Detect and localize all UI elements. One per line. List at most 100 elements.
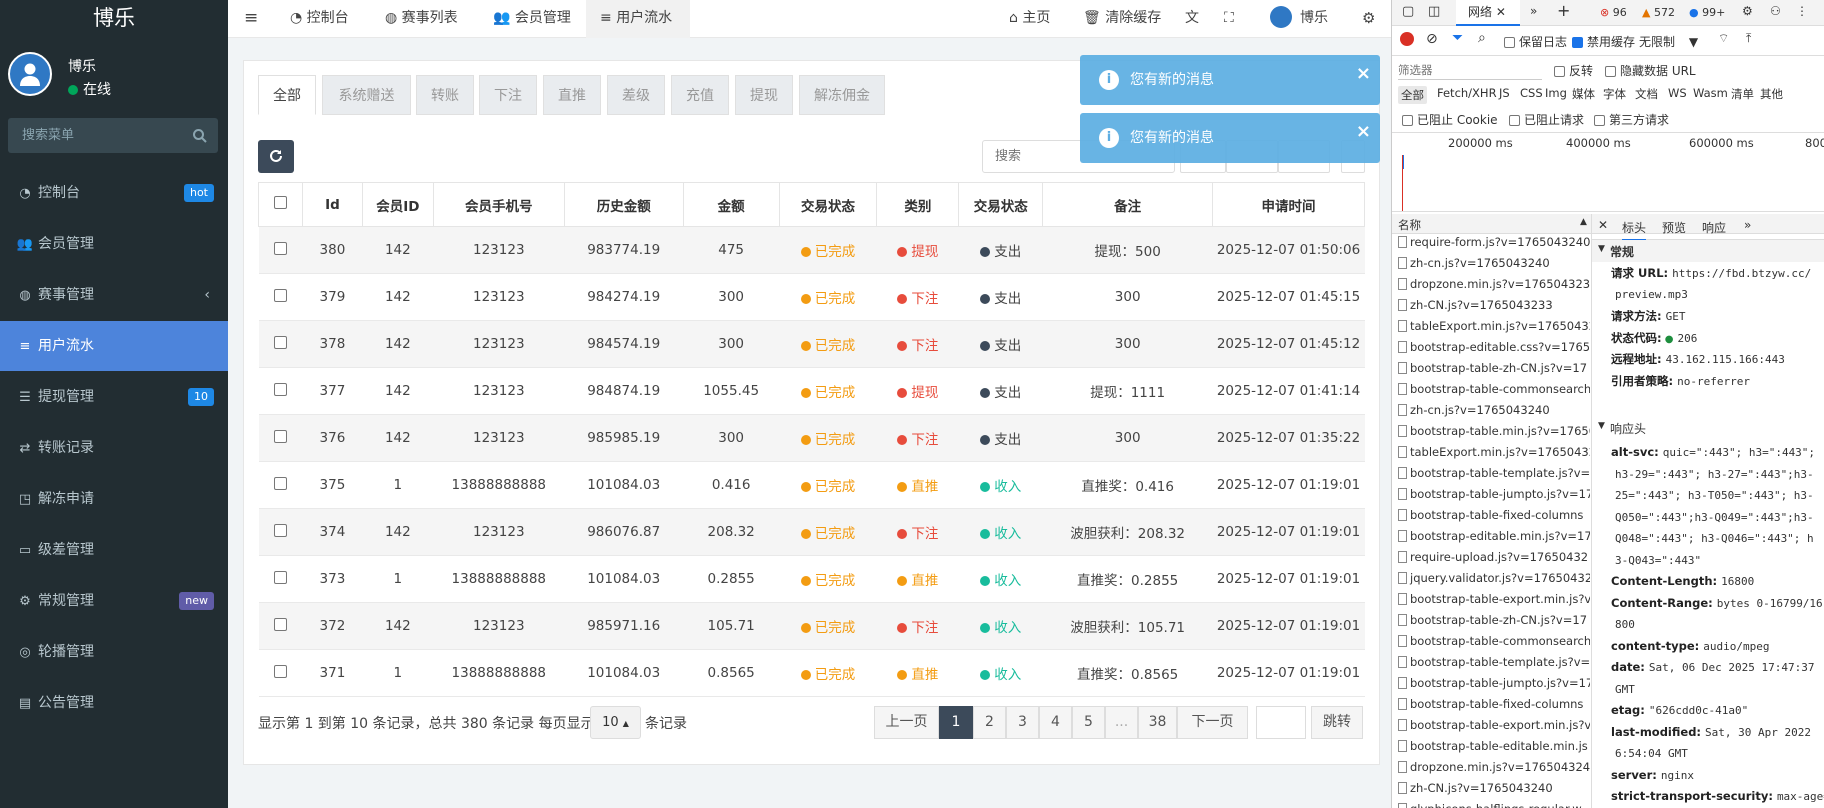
type-filter[interactable]: WS xyxy=(1668,86,1687,100)
logo[interactable]: 博乐 xyxy=(0,0,228,38)
request-item[interactable]: bootstrap-table-zh-CN.js?v=17 xyxy=(1398,361,1590,382)
request-item[interactable]: bootstrap-table-fixed-columns xyxy=(1398,508,1590,529)
request-item[interactable]: bootstrap-table-template.js?v= xyxy=(1398,655,1590,676)
tab-dashboard[interactable]: ◔ 控制台 xyxy=(290,0,349,38)
checkbox[interactable] xyxy=(1509,115,1520,126)
select-all-checkbox[interactable] xyxy=(273,196,287,209)
row-checkbox[interactable] xyxy=(273,382,287,396)
request-item[interactable]: dropzone.min.js?v=1765043233 xyxy=(1398,277,1590,298)
throttle-select[interactable]: 无限制 ▼ xyxy=(1639,33,1698,50)
tab-preview[interactable]: 预览 xyxy=(1662,219,1686,236)
row-checkbox[interactable] xyxy=(273,288,287,302)
gear-icon[interactable]: ⚙ xyxy=(1742,4,1753,18)
settings-icon[interactable]: ⚙ xyxy=(1362,0,1375,38)
filter-tab-system-gift[interactable]: 系统赠送 xyxy=(322,75,411,115)
request-item[interactable]: bootstrap-table-jumpto.js?v=17 xyxy=(1398,676,1590,697)
request-item[interactable]: bootstrap-table-commonsearch xyxy=(1398,634,1590,655)
request-item[interactable]: bootstrap-table-fixed-columns xyxy=(1398,697,1590,718)
row-checkbox[interactable] xyxy=(273,523,287,537)
type-filter[interactable]: Img xyxy=(1545,86,1567,100)
menu-toggle-icon[interactable]: ≡ xyxy=(244,0,258,38)
clear-icon[interactable]: ⊘ xyxy=(1426,31,1438,47)
filter-tab-unfreeze[interactable]: 解冻佣金 xyxy=(799,75,885,115)
blocked-cookies[interactable]: 已阻止 Cookie xyxy=(1402,111,1498,128)
name-header[interactable]: 名称 xyxy=(1398,217,1421,233)
request-item[interactable]: bootstrap-table.min.js?v=17650 xyxy=(1398,424,1590,445)
menu-search-input[interactable] xyxy=(8,118,188,153)
row-select[interactable] xyxy=(258,555,303,603)
type-filter[interactable]: CSS xyxy=(1520,86,1543,100)
sidebar-item-dashboard[interactable]: ◔ 控制台 hot xyxy=(0,168,228,218)
record-icon[interactable] xyxy=(1400,32,1414,46)
preserve-log[interactable]: 保留日志 xyxy=(1504,33,1567,50)
request-item[interactable]: glyphicons-halflings-regular.w xyxy=(1398,802,1590,808)
type-filter[interactable]: 全部 xyxy=(1398,86,1427,104)
row-select[interactable] xyxy=(258,649,303,697)
row-select[interactable] xyxy=(258,602,303,650)
filter-tab-direct[interactable]: 直推 xyxy=(543,75,601,115)
request-item[interactable]: jquery.validator.js?v=17650432 xyxy=(1398,571,1590,592)
inspect-icon[interactable]: ◫ xyxy=(1428,4,1440,19)
search-icon[interactable]: ⌕ xyxy=(1478,30,1486,46)
user-menu[interactable]: 博乐 xyxy=(1270,0,1328,38)
type-filter[interactable]: Wasm xyxy=(1693,86,1728,100)
customize-icon[interactable]: ⚇ xyxy=(1770,4,1781,18)
row-checkbox[interactable] xyxy=(273,570,287,584)
tab-headers[interactable]: 标头 xyxy=(1622,219,1647,241)
request-item[interactable]: bootstrap-table-editable.min.js xyxy=(1398,739,1590,760)
jump-page-input[interactable] xyxy=(1256,706,1306,739)
row-select[interactable] xyxy=(258,508,303,556)
sidebar-item-general[interactable]: ⚙ 常规管理 new xyxy=(0,576,228,626)
upload-icon[interactable]: ⤒ xyxy=(1746,31,1751,46)
error-count[interactable]: ⊗ 96 xyxy=(1600,6,1627,19)
prev-page-button[interactable]: 上一页 xyxy=(874,706,939,739)
search-icon[interactable] xyxy=(192,128,208,144)
col-status[interactable]: 交易状态 xyxy=(778,182,878,227)
device-toggle-icon[interactable]: ▢ xyxy=(1402,4,1414,19)
type-filter[interactable]: 媒体 xyxy=(1572,86,1595,102)
select-all[interactable] xyxy=(258,182,303,227)
page-size-select[interactable]: 10 ▲ xyxy=(590,706,641,739)
close-icon[interactable]: × xyxy=(1356,107,1371,157)
col-phone[interactable]: 会员手机号 xyxy=(432,182,565,227)
col-time[interactable]: 申请时间 xyxy=(1212,182,1365,227)
page-2[interactable]: 2 xyxy=(973,706,1006,739)
hide-data-urls[interactable]: 隐藏数据 URL xyxy=(1605,62,1696,79)
col-remark[interactable]: 备注 xyxy=(1042,182,1214,227)
request-item[interactable]: bootstrap-table-export.min.js?v xyxy=(1398,718,1590,739)
request-item[interactable]: require-upload.js?v=17650432 xyxy=(1398,550,1590,571)
filter-tab-all[interactable]: 全部 xyxy=(258,75,316,115)
wifi-icon[interactable]: ⌔ xyxy=(1718,31,1729,46)
sidebar-item-unfreeze[interactable]: ◳ 解冻申请 xyxy=(0,474,228,524)
row-select[interactable] xyxy=(258,367,303,415)
tab-user-flow[interactable]: ≡ 用户流水 xyxy=(586,0,690,38)
tab-response[interactable]: 响应 xyxy=(1702,219,1726,236)
filter-tab-level-diff[interactable]: 差级 xyxy=(607,75,665,115)
request-item[interactable]: bootstrap-table-zh-CN.js?v=17 xyxy=(1398,613,1590,634)
blocked-requests[interactable]: 已阻止请求 xyxy=(1509,111,1584,128)
close-icon[interactable]: ✕ xyxy=(1496,5,1506,19)
page-4[interactable]: 4 xyxy=(1039,706,1072,739)
sidebar-item-members[interactable]: 👥 会员管理 xyxy=(0,219,228,269)
type-filter[interactable]: 文档 xyxy=(1635,86,1658,102)
request-item[interactable]: bootstrap-table-commonsearch xyxy=(1398,382,1590,403)
row-checkbox[interactable] xyxy=(273,429,287,443)
row-checkbox[interactable] xyxy=(273,664,287,678)
row-select[interactable] xyxy=(258,414,303,462)
table-row[interactable]: 376 142 123123 985985.19 300 已完成 下注 支出 300 2025-1… xyxy=(258,414,1365,462)
table-row[interactable]: 373 1 13888888888 101084.03 0.2855 已完成 直推 收入 直推奖… xyxy=(258,555,1365,603)
page-38[interactable]: 38 xyxy=(1138,706,1177,739)
checkbox[interactable] xyxy=(1504,37,1515,48)
type-filter[interactable]: 其他 xyxy=(1760,86,1783,102)
filter-tab-withdraw[interactable]: 提现 xyxy=(735,75,793,115)
type-filter[interactable]: 字体 xyxy=(1603,86,1626,102)
row-select[interactable] xyxy=(258,461,303,509)
request-item[interactable]: require-form.js?v=1765043240 xyxy=(1398,235,1590,256)
row-select[interactable] xyxy=(258,273,303,321)
request-item[interactable]: zh-CN.js?v=1765043240 xyxy=(1398,781,1590,802)
table-row[interactable]: 375 1 13888888888 101084.03 0.416 已完成 直推 收入 直推奖：… xyxy=(258,461,1365,509)
request-item[interactable]: bootstrap-editable.min.js?v=17 xyxy=(1398,529,1590,550)
filter-icon[interactable]: ⏷ xyxy=(1452,30,1463,46)
request-item[interactable]: bootstrap-editable.css?v=17650 xyxy=(1398,340,1590,361)
general-section[interactable]: ▼ 常规 xyxy=(1592,240,1824,262)
